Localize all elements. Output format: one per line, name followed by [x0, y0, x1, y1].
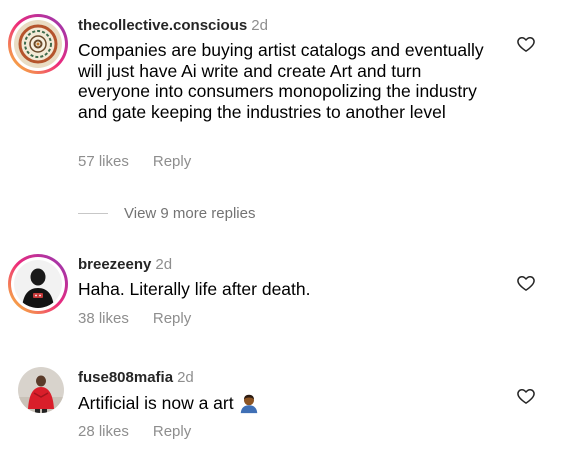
comment-text-content: Artificial is now a art [78, 393, 234, 413]
heart-outline-icon[interactable] [516, 386, 536, 406]
username[interactable]: breezeeny [78, 256, 151, 273]
timestamp: 2d [155, 256, 173, 273]
avatar-image [14, 260, 62, 308]
reply-button[interactable]: Reply [153, 153, 191, 170]
comment-text: Companies are buying artist catalogs and… [78, 40, 484, 122]
person-emoji-icon [240, 394, 257, 414]
comment-meta: 57 likes Reply [78, 152, 191, 172]
likes-count[interactable]: 28 likes [78, 423, 129, 440]
username[interactable]: fuse808mafia [78, 369, 173, 386]
timestamp: 2d [251, 17, 268, 34]
comment-meta: 38 likes Reply [78, 309, 191, 329]
likes-count[interactable]: 38 likes [78, 310, 129, 327]
comment-text: Haha. Literally life after death. [78, 279, 311, 299]
username[interactable]: thecollective.conscious [78, 17, 247, 34]
heart-outline-icon[interactable] [516, 34, 536, 54]
avatar[interactable] [18, 367, 64, 413]
person-photo-icon [18, 367, 64, 413]
reply-button[interactable]: Reply [153, 423, 191, 440]
comment-header: fuse808mafia 2d [78, 368, 194, 388]
logo-icon [14, 20, 62, 68]
timestamp: 2d [177, 369, 194, 386]
divider [78, 212, 108, 214]
likes-count[interactable]: 57 likes [78, 153, 129, 170]
comment-meta: 28 likes Reply [78, 422, 191, 442]
avatar-image [14, 20, 62, 68]
avatar[interactable] [8, 254, 68, 314]
reply-button[interactable]: Reply [153, 310, 191, 327]
comment-header: breezeeny 2d [78, 255, 172, 275]
avatar[interactable] [8, 14, 68, 74]
comment-text: Artificial is now a art [78, 392, 498, 414]
view-more-replies-button[interactable]: View 9 more replies [78, 202, 255, 224]
heart-outline-icon[interactable] [516, 273, 536, 293]
person-photo-icon [14, 260, 62, 308]
view-more-replies-label: View 9 more replies [124, 204, 256, 222]
comment-header: thecollective.conscious 2d [78, 16, 268, 36]
